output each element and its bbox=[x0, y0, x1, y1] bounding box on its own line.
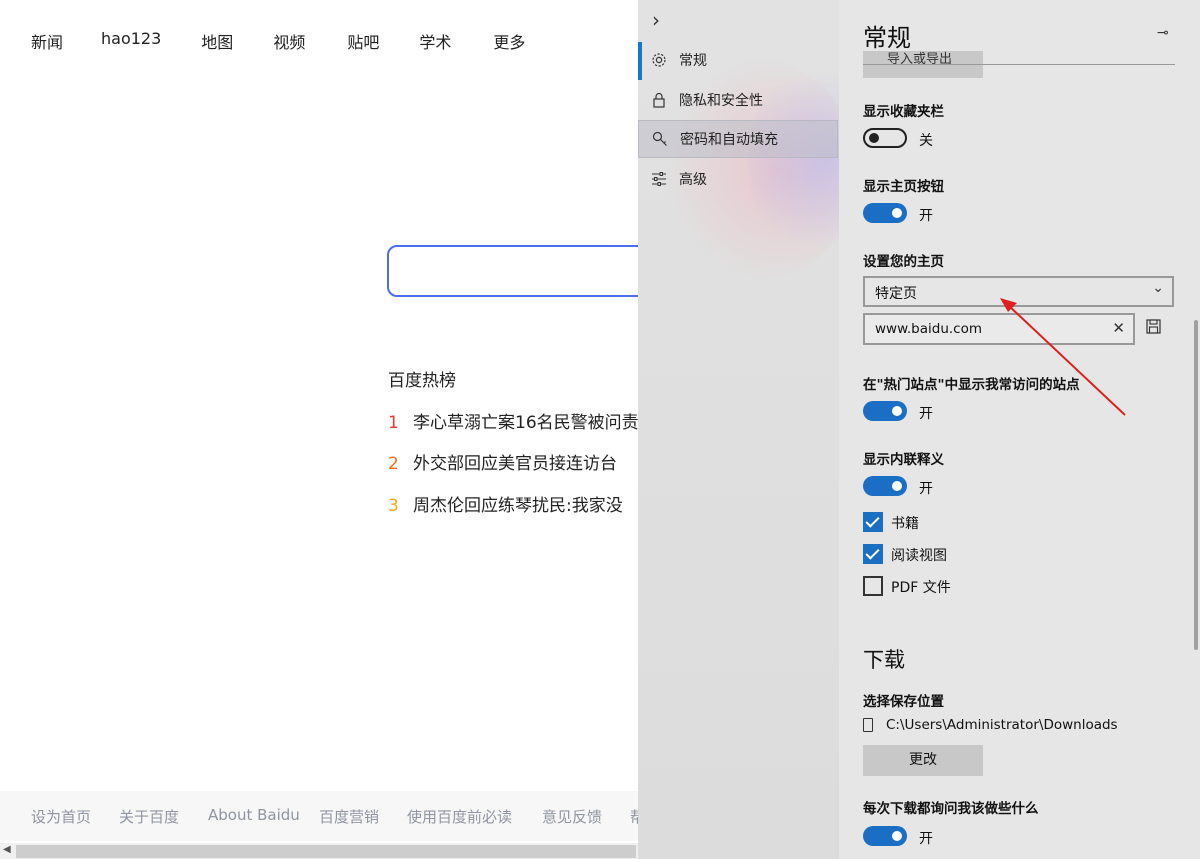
selection-accent-bar bbox=[638, 42, 642, 80]
homepage-url-input[interactable]: www.baidu.com ✕ bbox=[863, 313, 1135, 345]
footer-link-terms[interactable]: 使用百度前必读 bbox=[407, 806, 512, 827]
vertical-scrollbar[interactable] bbox=[1194, 320, 1198, 650]
nav-link-xueshu[interactable]: 学术 bbox=[419, 29, 451, 53]
select-value: 特定页 bbox=[875, 286, 917, 302]
nav-item-passwords[interactable]: 密码和自动填充 bbox=[638, 120, 838, 158]
top-sites-label: 在"热门站点"中显示我常访问的站点 bbox=[863, 377, 1080, 393]
footer-link-marketing[interactable]: 百度营销 bbox=[319, 806, 379, 827]
nav-link-tieba[interactable]: 贴吧 bbox=[347, 29, 379, 53]
footer-link-set-home[interactable]: 设为首页 bbox=[31, 806, 91, 827]
ask-download-toggle[interactable] bbox=[863, 826, 907, 846]
nav-item-label: 密码和自动填充 bbox=[680, 132, 778, 148]
hot-rank: 3 bbox=[388, 496, 399, 516]
hot-rank: 2 bbox=[388, 454, 399, 474]
favorites-bar-label: 显示收藏夹栏 bbox=[863, 104, 944, 120]
lock-icon bbox=[650, 91, 668, 109]
nav-link-hao123[interactable]: hao123 bbox=[101, 29, 161, 53]
horizontal-scrollbar[interactable]: ◀ bbox=[0, 843, 640, 859]
ask-download-label: 每次下载都询问我该做些什么 bbox=[863, 801, 1039, 817]
toggle-state-text: 开 bbox=[919, 481, 933, 497]
nav-link-video[interactable]: 视频 bbox=[273, 29, 305, 53]
hot-list-item[interactable]: 1 李心草溺亡案16名民警被问责 bbox=[388, 408, 639, 433]
nav-item-label: 隐私和安全性 bbox=[679, 93, 763, 109]
nav-item-general[interactable]: 常规 bbox=[638, 41, 838, 80]
settings-nav-pane: › 常规 隐私和安全性 密码和自动填充 高级 bbox=[638, 0, 839, 859]
nav-item-privacy[interactable]: 隐私和安全性 bbox=[638, 81, 838, 119]
hot-item-text: 外交部回应美官员接连访台 bbox=[413, 454, 617, 474]
pdf-checkbox[interactable] bbox=[863, 576, 883, 596]
scroll-left-icon[interactable]: ◀ bbox=[3, 844, 11, 855]
gear-icon bbox=[650, 51, 668, 69]
homepage-select[interactable]: 特定页 ⌄ bbox=[863, 276, 1174, 307]
nav-item-advanced[interactable]: 高级 bbox=[638, 160, 838, 198]
footer-link-feedback[interactable]: 意见反馈 bbox=[542, 806, 602, 827]
save-icon[interactable] bbox=[1146, 319, 1161, 338]
collapse-chevron-icon[interactable]: › bbox=[652, 8, 660, 32]
hot-list-item[interactable]: 2 外交部回应美官员接连访台 bbox=[388, 449, 617, 474]
change-location-button[interactable]: 更改 bbox=[863, 745, 983, 776]
sliders-icon bbox=[650, 170, 668, 188]
clear-icon[interactable]: ✕ bbox=[1112, 319, 1125, 337]
nav-link-map[interactable]: 地图 bbox=[201, 29, 233, 53]
hot-rank: 1 bbox=[388, 413, 399, 433]
url-value: www.baidu.com bbox=[875, 321, 983, 337]
footer-link-about-en[interactable]: About Baidu bbox=[208, 806, 300, 824]
homepage-label: 设置您的主页 bbox=[863, 254, 944, 270]
chevron-down-icon: ⌄ bbox=[1152, 280, 1164, 296]
settings-content-panel: 常规 ⊸ 导入或导出 显示收藏夹栏 关 显示主页按钮 开 设置您的主页 特定页 … bbox=[839, 0, 1200, 859]
toggle-state-text: 关 bbox=[919, 133, 933, 149]
inline-definitions-label: 显示内联释义 bbox=[863, 452, 944, 468]
baidu-search-input[interactable] bbox=[387, 245, 667, 297]
baidu-top-nav: 新闻 hao123 地图 视频 贴吧 学术 更多 bbox=[31, 29, 525, 53]
hot-list-item[interactable]: 3 周杰伦回应练琴扰民:我家没 bbox=[388, 491, 623, 516]
top-sites-toggle[interactable] bbox=[863, 401, 907, 421]
home-button-toggle[interactable] bbox=[863, 203, 907, 223]
download-path: C:\Users\Administrator\Downloads bbox=[886, 717, 1118, 733]
reading-view-checkbox[interactable] bbox=[863, 544, 883, 564]
page-title: 常规 bbox=[863, 24, 911, 52]
baidu-footer: 设为首页 关于百度 About Baidu 百度营销 使用百度前必读 意见反馈 … bbox=[0, 791, 660, 841]
downloads-heading: 下载 bbox=[863, 648, 905, 672]
books-checkbox[interactable] bbox=[863, 512, 883, 532]
key-icon bbox=[651, 130, 669, 148]
pin-icon[interactable]: ⊸ bbox=[1157, 25, 1169, 41]
checkbox-label: 阅读视图 bbox=[891, 548, 947, 564]
hot-item-text: 周杰伦回应练琴扰民:我家没 bbox=[413, 496, 623, 516]
inline-definitions-toggle[interactable] bbox=[863, 476, 907, 496]
hot-item-text: 李心草溺亡案16名民警被问责 bbox=[413, 413, 639, 433]
hot-list-title[interactable]: 百度热榜 bbox=[388, 366, 456, 391]
toggle-state-text: 开 bbox=[919, 831, 933, 847]
file-icon bbox=[863, 718, 873, 732]
divider bbox=[863, 64, 1175, 65]
nav-link-news[interactable]: 新闻 bbox=[31, 29, 63, 53]
toggle-state-text: 开 bbox=[919, 406, 933, 422]
nav-link-more[interactable]: 更多 bbox=[493, 29, 525, 53]
checkbox-label: 书籍 bbox=[891, 516, 919, 532]
home-button-label: 显示主页按钮 bbox=[863, 179, 944, 195]
toggle-state-text: 开 bbox=[919, 208, 933, 224]
favorites-bar-toggle[interactable] bbox=[863, 128, 907, 148]
scrollbar-thumb[interactable] bbox=[16, 845, 636, 858]
footer-link-about[interactable]: 关于百度 bbox=[119, 806, 179, 827]
checkbox-label: PDF 文件 bbox=[891, 580, 951, 596]
nav-item-label: 常规 bbox=[679, 53, 707, 69]
save-location-label: 选择保存位置 bbox=[863, 694, 944, 710]
nav-item-label: 高级 bbox=[679, 172, 707, 188]
